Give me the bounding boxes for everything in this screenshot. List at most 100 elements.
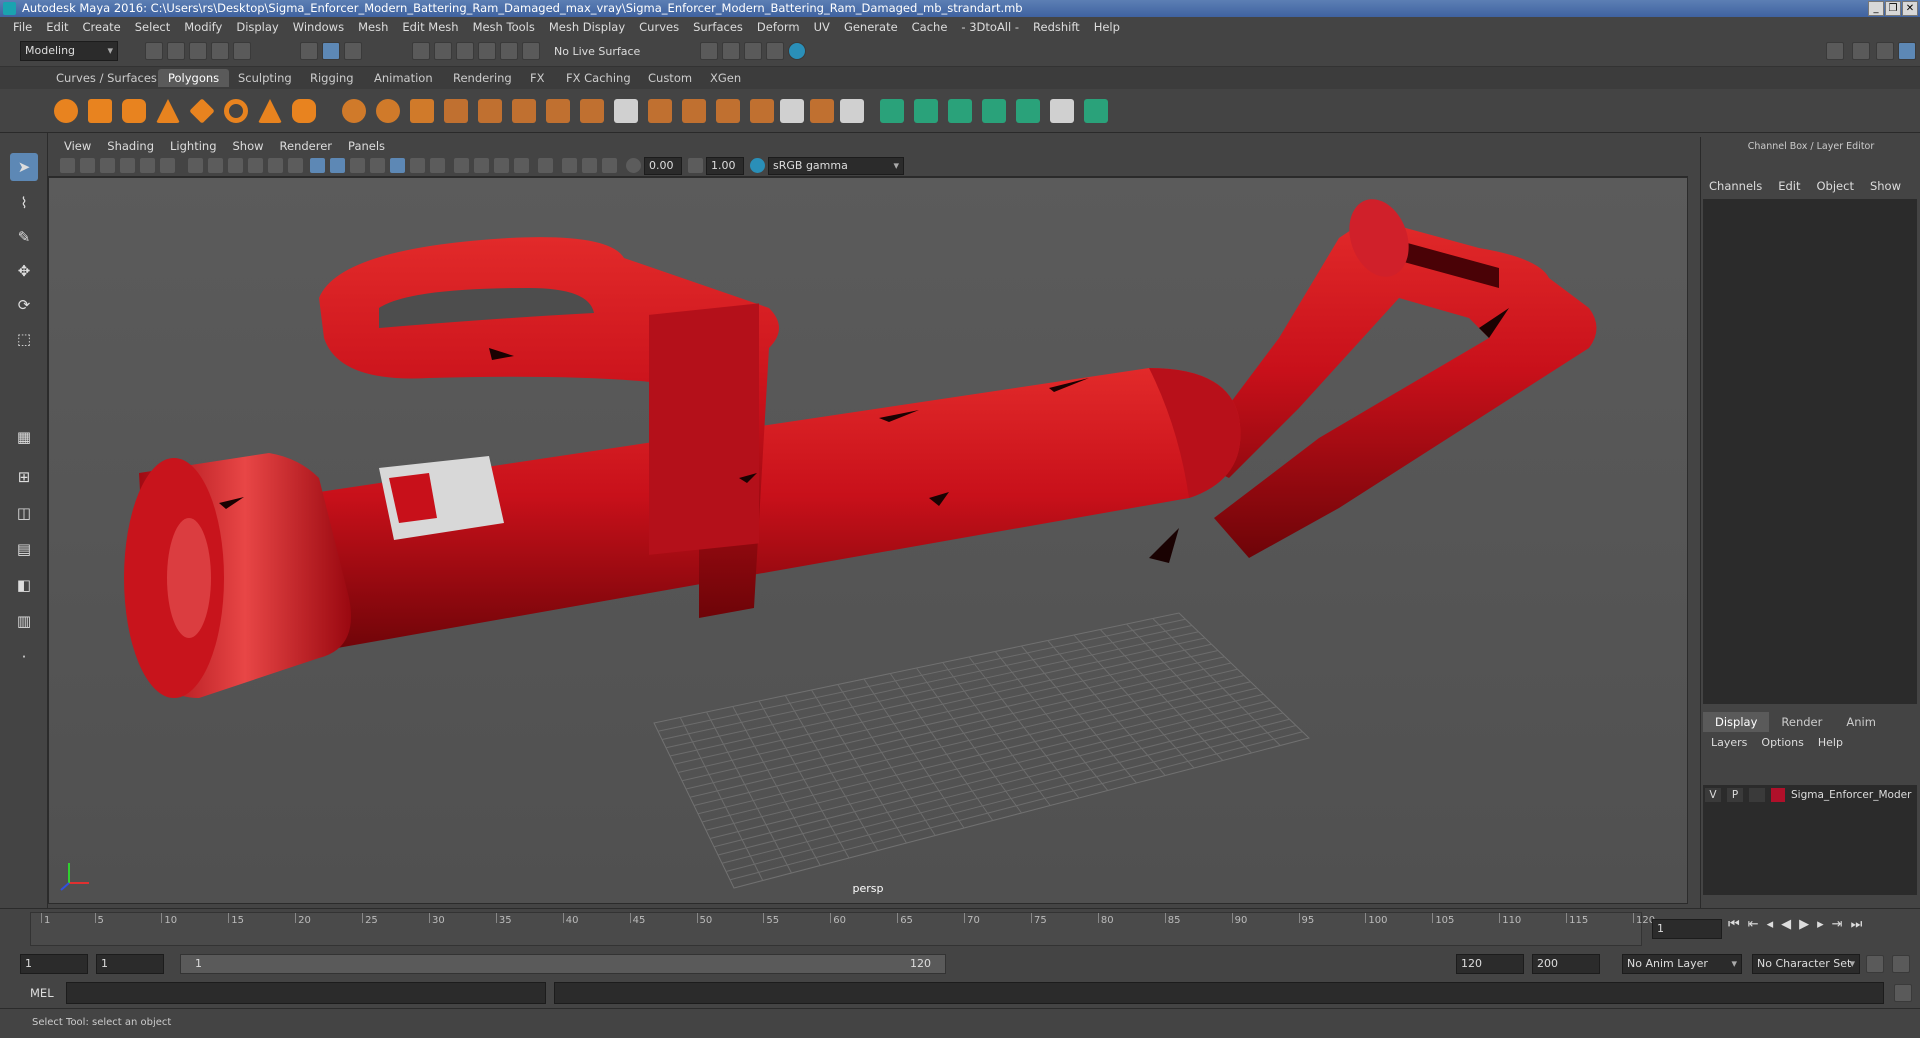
step-forward-frame-icon[interactable]: ▸ (1817, 917, 1824, 932)
command-input[interactable] (66, 982, 546, 1004)
menu-windows[interactable]: Windows (286, 20, 351, 34)
resolution-gate-icon[interactable] (228, 158, 243, 173)
film-gate-icon[interactable] (208, 158, 223, 173)
combine-icon[interactable] (342, 99, 366, 123)
checker-icon[interactable] (1050, 99, 1074, 123)
save-scene-icon[interactable] (189, 42, 207, 60)
modeling-toolkit-icon[interactable] (1826, 42, 1844, 60)
shadows-icon[interactable] (430, 158, 445, 173)
new-scene-icon[interactable] (145, 42, 163, 60)
step-back-frame-icon[interactable]: ◂ (1767, 917, 1774, 932)
quad-draw-icon[interactable] (750, 99, 774, 123)
tab-display[interactable]: Display (1703, 712, 1770, 732)
wireframe-on-shaded-icon[interactable] (350, 158, 365, 173)
menu-mesh-tools[interactable]: Mesh Tools (466, 20, 542, 34)
snap-point-icon[interactable] (456, 42, 474, 60)
minimize-button[interactable]: _ (1868, 1, 1884, 16)
snap-grid-icon[interactable] (412, 42, 430, 60)
go-to-end-icon[interactable]: ⏭ (1851, 917, 1863, 932)
mirror-icon[interactable] (410, 99, 434, 123)
step-back-key-icon[interactable]: ⇤ (1748, 917, 1759, 932)
playback-end-field[interactable]: 120 (1456, 954, 1524, 974)
bookmark-icon[interactable] (100, 158, 115, 173)
animation-preferences-icon[interactable] (1892, 955, 1910, 973)
script-editor-icon[interactable] (1894, 984, 1912, 1002)
viewport-menu-renderer[interactable]: Renderer (272, 139, 341, 153)
shelf-tab-curves-surfaces[interactable]: Curves / Surfaces (46, 69, 167, 87)
render-frame-icon[interactable] (722, 42, 740, 60)
channel-list[interactable] (1703, 199, 1917, 704)
layer-display-type[interactable] (1749, 788, 1765, 802)
append-icon[interactable] (580, 99, 604, 123)
menu-help[interactable]: Help (1087, 20, 1127, 34)
layer-menu-layers[interactable]: Layers (1711, 736, 1747, 749)
channel-box-toggle-icon[interactable] (1898, 42, 1916, 60)
character-set-dropdown[interactable]: No Character Set (1752, 954, 1860, 974)
shelf-tab-custom[interactable]: Custom (638, 69, 702, 87)
menu-redshift[interactable]: Redshift (1026, 20, 1087, 34)
hypershade-icon[interactable] (788, 42, 806, 60)
snap-surface-icon[interactable] (500, 42, 518, 60)
camera-select-icon[interactable] (60, 158, 75, 173)
viewport-menu-panels[interactable]: Panels (340, 139, 393, 153)
menu-curves[interactable]: Curves (632, 20, 686, 34)
menu-file[interactable]: File (6, 20, 39, 34)
soften-edge-icon[interactable] (948, 99, 972, 123)
layer-menu-help[interactable]: Help (1818, 736, 1843, 749)
shelf-tab-rendering[interactable]: Rendering (443, 69, 522, 87)
x-ray-icon[interactable] (370, 158, 385, 173)
four-view-layout-icon[interactable]: ⊞ (10, 463, 38, 491)
viewport-menu-lighting[interactable]: Lighting (162, 139, 224, 153)
motion-blur-icon[interactable] (474, 158, 489, 173)
smooth-icon[interactable] (444, 99, 468, 123)
menu-edit[interactable]: Edit (39, 20, 75, 34)
render-view-icon[interactable] (700, 42, 718, 60)
anim-layer-dropdown[interactable]: No Anim Layer (1622, 954, 1742, 974)
step-forward-key-icon[interactable]: ⇥ (1832, 917, 1843, 932)
select-by-object-icon[interactable] (322, 42, 340, 60)
layer-row[interactable]: V P Sigma_Enforcer_Moder (1705, 787, 1915, 803)
color-management-icon[interactable] (750, 158, 765, 173)
target-weld-icon[interactable] (716, 99, 740, 123)
poly-plane-icon[interactable] (189, 98, 215, 124)
two-d-pan-zoom-icon[interactable] (140, 158, 155, 173)
exposure-field[interactable]: 0.00 (644, 157, 682, 175)
multi-cut-icon[interactable] (614, 99, 638, 123)
menu-cache[interactable]: Cache (905, 20, 955, 34)
gate-mask-icon[interactable] (248, 158, 263, 173)
xray-active-icon[interactable] (582, 158, 597, 173)
auto-key-icon[interactable] (1866, 955, 1884, 973)
hypershade-layout-icon[interactable]: ▥ (10, 607, 38, 635)
paint-select-tool-icon[interactable]: ✎ (10, 223, 38, 251)
conform-icon[interactable] (914, 99, 938, 123)
close-button[interactable]: ✕ (1902, 1, 1918, 16)
image-plane-icon[interactable] (120, 158, 135, 173)
render-settings-icon[interactable] (766, 42, 784, 60)
delete-history-icon[interactable] (1084, 99, 1108, 123)
tab-render[interactable]: Render (1769, 712, 1834, 732)
shelf-tab-xgen[interactable]: XGen (700, 69, 751, 87)
current-frame-field[interactable]: 1 (1652, 919, 1722, 939)
menu-edit-mesh[interactable]: Edit Mesh (395, 20, 465, 34)
poly-torus-icon[interactable] (224, 99, 248, 123)
viewport-menu-show[interactable]: Show (225, 139, 272, 153)
isolate-select-icon[interactable] (538, 158, 553, 173)
undo-icon[interactable] (211, 42, 229, 60)
planar-uv-icon[interactable] (780, 99, 804, 123)
make-live-icon[interactable] (522, 42, 540, 60)
shelf-tab-sculpting[interactable]: Sculpting (228, 69, 302, 87)
ipr-render-icon[interactable] (744, 42, 762, 60)
poly-sphere-icon[interactable] (54, 99, 78, 123)
field-chart-icon[interactable] (268, 158, 283, 173)
shelf-tab-fx-caching[interactable]: FX Caching (556, 69, 641, 87)
more-layouts-icon[interactable]: · (10, 643, 38, 671)
extrude-icon[interactable] (478, 99, 502, 123)
use-all-lights-icon[interactable] (410, 158, 425, 173)
snap-curve-icon[interactable] (434, 42, 452, 60)
shelf-tab-rigging[interactable]: Rigging (300, 69, 364, 87)
menu-display[interactable]: Display (229, 20, 285, 34)
menu-3dtoall[interactable]: - 3DtoAll - (954, 20, 1026, 34)
lasso-tool-icon[interactable]: ⌇ (10, 189, 38, 217)
viewport-menu-view[interactable]: View (56, 139, 99, 153)
time-ruler[interactable]: 1 5 10 15 20 25 30 35 40 45 50 55 60 65 70 75 80 85 90 95 10… (30, 912, 1655, 946)
